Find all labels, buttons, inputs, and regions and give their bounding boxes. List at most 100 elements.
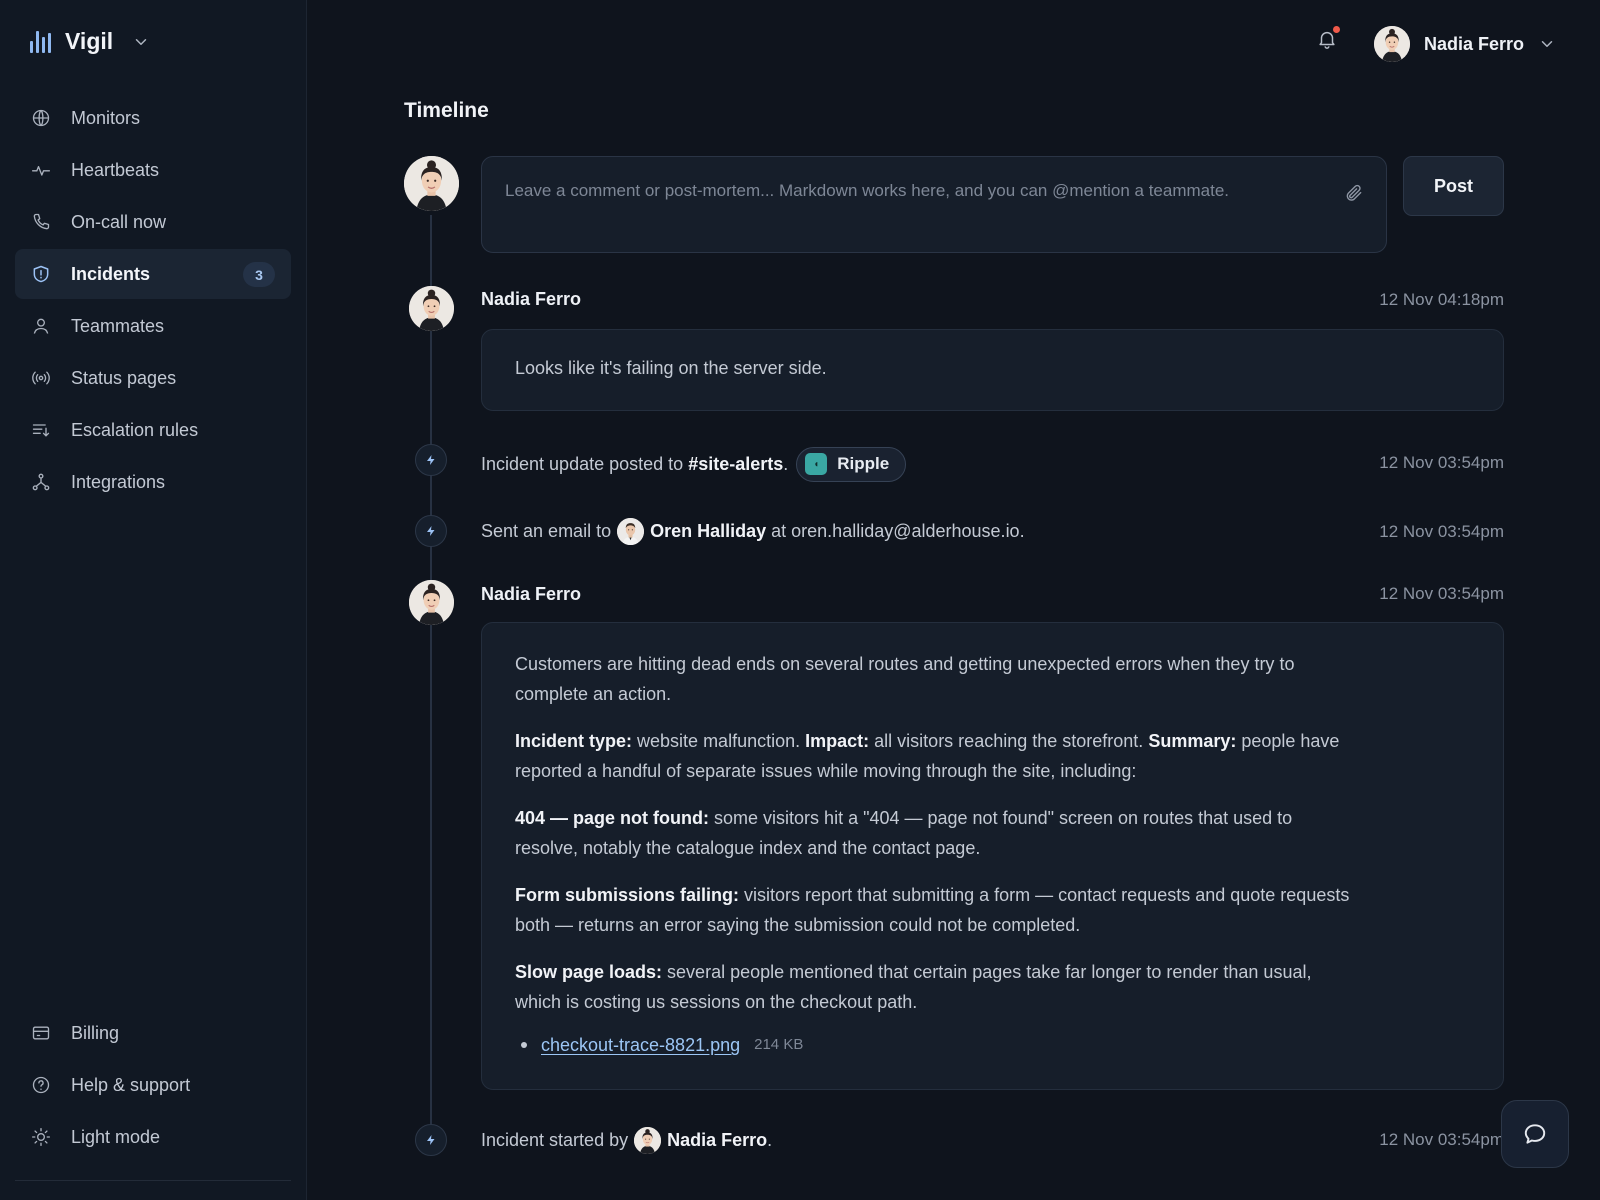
sidebar-item-label: Teammates <box>71 315 165 336</box>
sidebar-item-help[interactable]: Help & support <box>15 1060 291 1110</box>
event-text: . <box>783 453 789 474</box>
field-label: Incident type: <box>515 731 633 751</box>
event-marker <box>415 444 447 476</box>
user-icon <box>31 316 51 336</box>
globe-icon <box>31 108 51 128</box>
notification-dot <box>1333 26 1340 33</box>
portrait-image <box>404 156 459 211</box>
portrait-image <box>409 286 454 331</box>
app-name: Vigil <box>65 28 114 54</box>
field-value: all visitors reaching the storefront. <box>874 731 1144 751</box>
attachment: checkout-trace-8821.png 214 KB <box>515 1030 1357 1060</box>
field-value: website malfunction. <box>637 731 801 751</box>
lightning-icon <box>427 455 435 465</box>
chat-bubble-icon <box>1524 1124 1546 1144</box>
notifications-button[interactable] <box>1316 26 1340 52</box>
page-title: Timeline <box>404 99 489 122</box>
person-name[interactable]: Nadia Ferro <box>667 1130 767 1151</box>
phone-icon <box>31 212 51 232</box>
primary-nav: Monitors Heartbeats On-call now Incident… <box>15 93 291 509</box>
event-timestamp: 12 Nov 03:54pm <box>1379 1130 1504 1149</box>
event-text: Incident started by <box>481 1129 629 1150</box>
field-label: Slow page loads: <box>515 962 663 982</box>
comment-input[interactable]: Leave a comment or post-mortem... Markdo… <box>481 156 1387 253</box>
sidebar-item-status-pages[interactable]: Status pages <box>15 353 291 403</box>
credit-card-icon <box>31 1023 51 1043</box>
sidebar-item-label: Status pages <box>71 367 177 388</box>
comment-text: Looks like it's failing on the server si… <box>515 358 827 378</box>
comment-paragraph: Incident type: website malfunction. Impa… <box>515 726 1357 786</box>
list-sort-icon <box>31 420 51 440</box>
lightning-icon <box>427 526 435 536</box>
sidebar-item-escalation-rules[interactable]: Escalation rules <box>15 405 291 455</box>
comment-placeholder: Leave a comment or post-mortem... Markdo… <box>505 181 1230 200</box>
event-timestamp: 12 Nov 03:54pm <box>1379 453 1504 472</box>
integration-pill[interactable]: ◖ Ripple <box>796 446 907 482</box>
timeline-event: Sent an email to Oren Halliday at oren.h… <box>481 517 1025 545</box>
comment-timestamp: 12 Nov 03:54pm <box>1379 584 1504 603</box>
event-text: . <box>767 1129 773 1150</box>
avatar <box>404 156 459 211</box>
help-circle-icon <box>31 1075 51 1095</box>
person-name[interactable]: Oren Halliday <box>650 521 766 542</box>
sidebar-item-label: On-call now <box>71 211 167 232</box>
sidebar-item-label: Monitors <box>71 107 141 128</box>
user-menu[interactable]: Nadia Ferro <box>1374 26 1556 62</box>
sidebar-item-incidents[interactable]: Incidents 3 <box>15 249 291 299</box>
timeline-line <box>430 215 432 1145</box>
bar-chart-logo-icon <box>30 30 51 53</box>
avatar <box>617 517 645 545</box>
workspace-switcher[interactable]: Vigil <box>30 28 151 55</box>
paperclip-icon[interactable] <box>1344 183 1364 203</box>
sidebar-item-heartbeats[interactable]: Heartbeats <box>15 145 291 195</box>
timeline-event: Incident started by Nadia Ferro. <box>481 1126 772 1154</box>
portrait-image <box>617 517 645 545</box>
list-bullet <box>521 1042 527 1048</box>
user-name: Nadia Ferro <box>1424 33 1525 54</box>
sidebar-item-label: Escalation rules <box>71 419 199 440</box>
comment-paragraph: 404 — page not found: some visitors hit … <box>515 803 1357 863</box>
sidebar-item-label: Billing <box>71 1022 120 1043</box>
avatar <box>409 580 454 625</box>
avatar <box>1374 26 1410 62</box>
lightning-icon <box>427 1135 435 1145</box>
sidebar-item-label: Heartbeats <box>71 159 160 180</box>
portrait-image <box>634 1126 662 1154</box>
divider <box>15 1180 291 1181</box>
sidebar-item-integrations[interactable]: Integrations <box>15 457 291 507</box>
secondary-nav: Billing Help & support Light mode <box>15 1008 291 1164</box>
event-timestamp: 12 Nov 03:54pm <box>1379 522 1504 541</box>
broadcast-icon <box>31 368 51 388</box>
event-marker <box>415 1124 447 1156</box>
post-button[interactable]: Post <box>1403 156 1504 216</box>
sidebar-item-label: Light mode <box>71 1126 161 1147</box>
avatar <box>634 1126 662 1154</box>
pulse-icon <box>31 160 51 180</box>
event-text: at oren.halliday@alderhouse.io. <box>771 520 1025 541</box>
channel-name[interactable]: #site-alerts <box>688 454 783 475</box>
sidebar-item-light-mode[interactable]: Light mode <box>15 1112 291 1162</box>
comment-paragraph: Customers are hitting dead ends on sever… <box>515 654 1295 704</box>
sidebar-item-billing[interactable]: Billing <box>15 1008 291 1058</box>
comment-card: Looks like it's failing on the server si… <box>481 329 1504 411</box>
chat-button[interactable] <box>1501 1100 1569 1168</box>
sun-icon <box>31 1127 51 1147</box>
attachment-link[interactable]: checkout-trace-8821.png <box>541 1030 740 1060</box>
sidebar-item-monitors[interactable]: Monitors <box>15 93 291 143</box>
incident-count-badge: 3 <box>243 262 275 287</box>
comment-author[interactable]: Nadia Ferro <box>481 584 581 605</box>
portrait-image <box>409 580 454 625</box>
chevron-down-icon <box>1538 35 1556 53</box>
sidebar-item-on-call[interactable]: On-call now <box>15 197 291 247</box>
field-label: 404 — page not found: <box>515 808 710 828</box>
comment-card: Customers are hitting dead ends on sever… <box>481 622 1504 1090</box>
comment-author[interactable]: Nadia Ferro <box>481 289 581 310</box>
sidebar: Vigil Monitors Heartbeats On-call now In… <box>0 0 307 1200</box>
avatar <box>409 286 454 331</box>
comment-timestamp: 12 Nov 04:18pm <box>1379 290 1504 309</box>
field-label: Summary: <box>1148 731 1237 751</box>
event-marker <box>415 515 447 547</box>
sidebar-item-label: Incidents <box>71 263 151 284</box>
sidebar-item-teammates[interactable]: Teammates <box>15 301 291 351</box>
attachment-size: 214 KB <box>754 1036 804 1053</box>
